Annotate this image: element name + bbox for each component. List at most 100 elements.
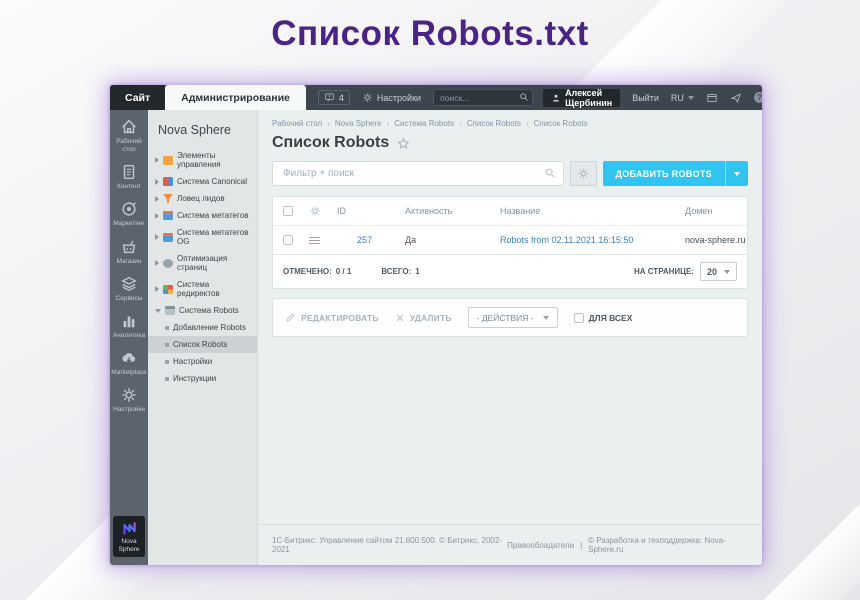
per-page-label: НА СТРАНИЦЕ:	[634, 267, 694, 276]
sidebar-item-instructions[interactable]: Инструкции	[148, 370, 257, 387]
sidebar-item-metatags[interactable]: Система метатегов	[148, 207, 257, 224]
rail-item-settings[interactable]: Настройки	[110, 386, 148, 414]
chevron-right-icon	[155, 213, 159, 219]
chevron-down-icon	[724, 270, 730, 274]
help-button[interactable]: ? Помощь	[754, 92, 762, 103]
breadcrumb-item[interactable]: Nova Sphere	[335, 119, 382, 128]
delete-button[interactable]: УДАЛИТЬ	[395, 313, 452, 323]
help-icon: ?	[754, 92, 762, 103]
gear-icon	[120, 386, 138, 404]
sidebar-item-canonical[interactable]: Система Canonical	[148, 173, 257, 190]
breadcrumb-separator: ›	[327, 119, 330, 128]
topbar-search-input[interactable]	[433, 89, 533, 106]
breadcrumb-item[interactable]: Рабочий стол	[272, 119, 322, 128]
for-all-checkbox[interactable]	[574, 313, 584, 323]
hero-title: Список Robots.txt	[0, 14, 860, 54]
table-summary-bar: ОТМЕЧЕНО: 0 / 1 ВСЕГО: 1 НА СТРАНИЦЕ: 20	[273, 254, 747, 288]
app-window: Сайт Администрирование 4 Настройки Алекс…	[110, 85, 762, 565]
user-name: Алексей Щербинин	[565, 88, 612, 108]
redirect-icon	[163, 285, 173, 294]
current-user-button[interactable]: Алексей Щербинин	[543, 89, 620, 107]
chevron-down-icon	[734, 172, 740, 176]
add-robots-button[interactable]: ДОБАВИТЬ ROBOTS	[603, 161, 748, 186]
notifications-button[interactable]: 4	[318, 90, 350, 105]
browser-icon	[163, 211, 173, 220]
edit-button[interactable]: РЕДАКТИРОВАТЬ	[285, 312, 379, 323]
controls-icon	[163, 156, 173, 165]
rail-item-shop[interactable]: Магазин	[110, 238, 148, 266]
logout-button[interactable]: Выйти	[632, 93, 659, 103]
language-label: RU	[671, 93, 684, 103]
sidebar-item-redirects[interactable]: Система редиректов	[148, 276, 257, 302]
row-menu-icon[interactable]	[309, 237, 320, 244]
notification-bubble-icon	[324, 92, 335, 103]
row-id-link[interactable]: 257	[337, 235, 405, 245]
column-header-domain[interactable]: Домен	[685, 206, 747, 216]
sidebar-item-robots-list[interactable]: Список Robots	[148, 336, 257, 353]
footer-support-text: © Разработка и техподдержка: Nova-Sphere…	[588, 536, 748, 554]
breadcrumb-separator: ›	[526, 119, 529, 128]
sidebar-title: Nova Sphere	[148, 119, 257, 147]
row-domain: nova-sphere.ru	[685, 235, 747, 245]
chevron-right-icon	[155, 157, 159, 163]
footer-rights-link[interactable]: Правообладатели	[507, 541, 574, 550]
gauge-icon	[163, 259, 173, 268]
sidebar-item-robots-settings[interactable]: Настройки	[148, 353, 257, 370]
main-content: Рабочий стол › Nova Sphere › Система Rob…	[258, 110, 762, 565]
row-checkbox[interactable]	[283, 235, 293, 245]
topbar-search	[433, 89, 533, 106]
bullet-icon	[165, 377, 169, 381]
checked-value: 0 / 1	[336, 267, 352, 276]
add-robots-label: ДОБАВИТЬ ROBOTS	[603, 169, 725, 179]
select-all-checkbox[interactable]	[283, 206, 293, 216]
gear-icon	[577, 167, 590, 180]
rail-item-desktop[interactable]: Рабочий стол	[110, 118, 148, 154]
chevron-right-icon	[155, 260, 159, 266]
column-header-activity[interactable]: Активность	[405, 206, 500, 216]
x-icon	[395, 313, 405, 323]
favorite-star-icon[interactable]	[397, 137, 410, 150]
bulk-action-bar: РЕДАКТИРОВАТЬ УДАЛИТЬ - ДЕЙСТВИЯ - ДЛЯ В…	[272, 298, 748, 337]
per-page-select[interactable]: 20	[700, 262, 737, 281]
column-header-name[interactable]: Название	[500, 206, 685, 216]
row-activity: Да	[405, 235, 500, 245]
sidebar-item-controls[interactable]: Элементы управления	[148, 147, 257, 173]
actions-dropdown[interactable]: - ДЕЙСТВИЯ -	[468, 307, 558, 328]
search-icon	[519, 92, 529, 102]
total-label: ВСЕГО:	[381, 267, 411, 276]
sidebar-item-metatags-og[interactable]: Система метатегов OG	[148, 224, 257, 250]
add-robots-dropdown[interactable]	[725, 161, 748, 186]
chevron-down-icon	[155, 309, 161, 313]
desktop-mode-button[interactable]	[706, 92, 718, 104]
tab-administration[interactable]: Администрирование	[165, 85, 306, 110]
document-icon	[120, 163, 138, 181]
sidebar-item-lead-catcher[interactable]: Ловец лидов	[148, 190, 257, 207]
breadcrumb-item[interactable]: Список Robots	[467, 119, 521, 128]
pencil-icon	[285, 312, 296, 323]
tab-site[interactable]: Сайт	[110, 85, 165, 110]
sidebar-item-add-robots[interactable]: Добавление Robots	[148, 319, 257, 336]
language-switcher[interactable]: RU	[671, 93, 694, 103]
rail-item-content[interactable]: Контент	[110, 163, 148, 191]
column-header-id[interactable]: ID	[337, 206, 405, 216]
sidebar-item-robots-system[interactable]: Система Robots	[148, 302, 257, 319]
breadcrumb-item[interactable]: Система Robots	[394, 119, 454, 128]
rail-item-services[interactable]: Сервисы	[110, 275, 148, 303]
search-icon	[544, 167, 556, 179]
column-settings-gear-icon[interactable]	[309, 205, 337, 217]
sidebar-item-page-optimization[interactable]: Оптимизация страниц	[148, 250, 257, 276]
robots-table: ID Активность Название Домен 257 Да Robo…	[272, 196, 748, 289]
rail-item-marketplace[interactable]: Marketplace	[110, 349, 148, 377]
table-header-row: ID Активность Название Домен	[273, 197, 747, 225]
grid-settings-button[interactable]	[570, 161, 597, 186]
rail-item-nova-sphere[interactable]: Nova Sphere	[113, 516, 145, 557]
pin-panel-button[interactable]	[730, 92, 742, 104]
home-icon	[120, 118, 138, 136]
row-name-link[interactable]: Robots from 02.11.2021 16:15:50	[500, 235, 685, 245]
logout-label: Выйти	[632, 93, 659, 103]
rail-item-analytics[interactable]: Аналитика	[110, 312, 148, 340]
breadcrumb-item[interactable]: Список Robots	[534, 119, 588, 128]
filter-search-input[interactable]	[272, 161, 564, 186]
topbar-settings-button[interactable]: Настройки	[362, 92, 421, 103]
rail-item-marketing[interactable]: Маркетинг	[110, 200, 148, 228]
